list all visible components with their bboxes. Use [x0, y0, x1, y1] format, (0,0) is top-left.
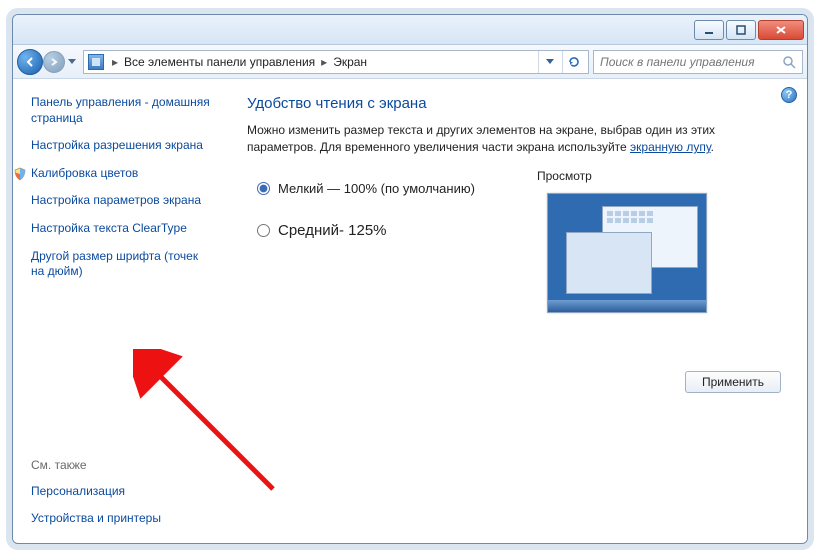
option-small-label: Мелкий — 100% (по умолчанию) [278, 181, 475, 196]
preview-image [547, 193, 707, 313]
breadcrumb-item[interactable]: Все элементы панели управления [124, 55, 315, 69]
sidebar-link-display-settings[interactable]: Настройка параметров экрана [31, 193, 211, 209]
close-button[interactable] [758, 20, 804, 40]
maximize-button[interactable] [726, 20, 756, 40]
sidebar-link-custom-dpi[interactable]: Другой размер шрифта (точек на дюйм) [31, 249, 211, 280]
control-panel-home-link[interactable]: Панель управления - домашняя страница [31, 95, 211, 126]
chevron-right-icon[interactable]: ▸ [317, 55, 331, 69]
magnifier-link[interactable]: экранную лупу [630, 140, 711, 154]
display-icon [88, 54, 104, 70]
refresh-button[interactable] [562, 51, 584, 73]
breadcrumb: ▸ Все элементы панели управления ▸ Экран [108, 51, 534, 73]
description-text: Можно изменить размер текста и других эл… [247, 122, 781, 157]
sidebar-link-color-calibration[interactable]: Калибровка цветов [31, 166, 211, 182]
breadcrumb-item[interactable]: Экран [333, 55, 367, 69]
radio-medium[interactable] [257, 224, 270, 237]
sidebar-item-label: Калибровка цветов [31, 166, 138, 180]
forward-button[interactable] [43, 51, 65, 73]
chevron-right-icon[interactable]: ▸ [108, 55, 122, 69]
page-heading: Удобство чтения с экрана [247, 95, 781, 112]
address-bar[interactable]: ▸ Все элементы панели управления ▸ Экран [83, 50, 589, 74]
history-dropdown[interactable] [65, 51, 79, 73]
shield-icon [13, 167, 27, 186]
window-frame: ▸ Все элементы панели управления ▸ Экран… [12, 14, 808, 544]
content-area: ? Панель управления - домашняя страница … [13, 79, 807, 543]
minimize-button[interactable] [694, 20, 724, 40]
main-pane: Удобство чтения с экрана Можно изменить … [221, 79, 807, 543]
navigation-bar: ▸ Все элементы панели управления ▸ Экран [13, 45, 807, 79]
search-input[interactable] [600, 55, 776, 69]
preview-label: Просмотр [537, 169, 757, 183]
sidebar-link-personalization[interactable]: Персонализация [31, 484, 211, 500]
see-also-label: См. также [31, 458, 211, 472]
nav-arrows [17, 49, 79, 75]
radio-small[interactable] [257, 182, 270, 195]
sidebar: Панель управления - домашняя страница На… [13, 79, 221, 543]
sidebar-link-resolution[interactable]: Настройка разрешения экрана [31, 138, 211, 154]
sidebar-link-cleartype[interactable]: Настройка текста ClearType [31, 221, 211, 237]
sidebar-link-devices-printers[interactable]: Устройства и принтеры [31, 511, 211, 527]
titlebar [13, 15, 807, 45]
preview-area: Просмотр [537, 169, 757, 313]
search-box[interactable] [593, 50, 803, 74]
back-button[interactable] [17, 49, 43, 75]
search-icon [782, 55, 796, 69]
option-medium-label: Средний- 125% [278, 222, 387, 239]
address-dropdown[interactable] [538, 51, 560, 73]
apply-button[interactable]: Применить [685, 371, 781, 393]
